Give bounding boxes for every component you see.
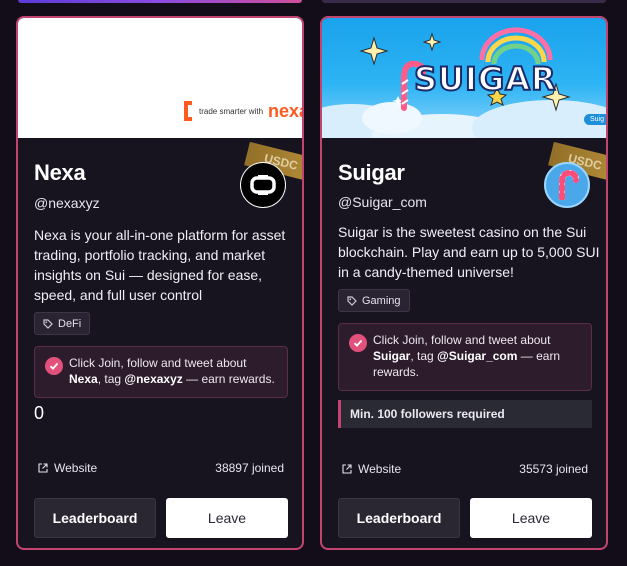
banner-side-label: Suig: [583, 114, 606, 125]
website-link[interactable]: Website: [342, 462, 401, 476]
banner-image: trade smarter with nexa: [18, 18, 302, 138]
project-logo: [544, 162, 590, 208]
banner-brand: nexa: [268, 100, 302, 121]
check-circle-icon: [45, 357, 63, 375]
quest-card-nexa: trade smarter with nexa USDC Nexa @nexax…: [16, 16, 304, 550]
candy-cane-icon: [559, 170, 579, 200]
reward-count: 0: [34, 403, 45, 423]
tag-label: Gaming: [362, 294, 401, 307]
project-handle: @nexaxyz: [34, 195, 100, 211]
website-link[interactable]: Website: [38, 461, 97, 475]
top-accent-bar: [322, 0, 606, 3]
banner-wordmark: SUIGAR: [413, 59, 557, 99]
banner-tagline: trade smarter with: [199, 106, 264, 116]
project-title: Nexa: [34, 160, 86, 185]
quest-card-suigar: SUIGAR Suig USDC Suigar @Suigar_com Suig…: [320, 16, 608, 550]
leaderboard-button[interactable]: Leaderboard: [338, 498, 460, 538]
joined-count: 35573 joined: [519, 462, 588, 476]
leave-button[interactable]: Leave: [470, 498, 592, 538]
nexa-logo-icon: [250, 175, 276, 195]
tag-icon: [347, 295, 357, 306]
check-circle-icon: [349, 334, 367, 352]
project-description: Nexa is your all-in-one platform for ass…: [34, 227, 286, 303]
leave-button[interactable]: Leave: [166, 498, 288, 538]
nexa-bracket-icon: [184, 101, 192, 121]
external-link-icon: [342, 464, 352, 474]
top-accent-bar: [18, 0, 302, 3]
nexa-banner-logo: trade smarter with nexa: [182, 100, 302, 122]
category-tag: DeFi: [34, 312, 91, 335]
external-link-icon: [38, 463, 48, 473]
tag-icon: [43, 318, 53, 329]
joined-count: 38897 joined: [215, 461, 284, 475]
project-logo: [240, 162, 286, 208]
category-tag: Gaming: [338, 289, 410, 312]
project-handle: @Suigar_com: [338, 194, 427, 210]
tag-label: DeFi: [58, 317, 82, 330]
leaderboard-button[interactable]: Leaderboard: [34, 498, 156, 538]
banner-image: SUIGAR Suig: [322, 18, 606, 138]
project-title: Suigar: [338, 160, 405, 185]
project-description: Suigar is the sweetest casino on the Sui…: [338, 224, 600, 280]
join-instructions: Click Join, follow and tweet about Suiga…: [338, 323, 592, 391]
join-instructions: Click Join, follow and tweet about Nexa,…: [34, 346, 288, 398]
follower-requirement: Min. 100 followers required: [338, 400, 592, 428]
